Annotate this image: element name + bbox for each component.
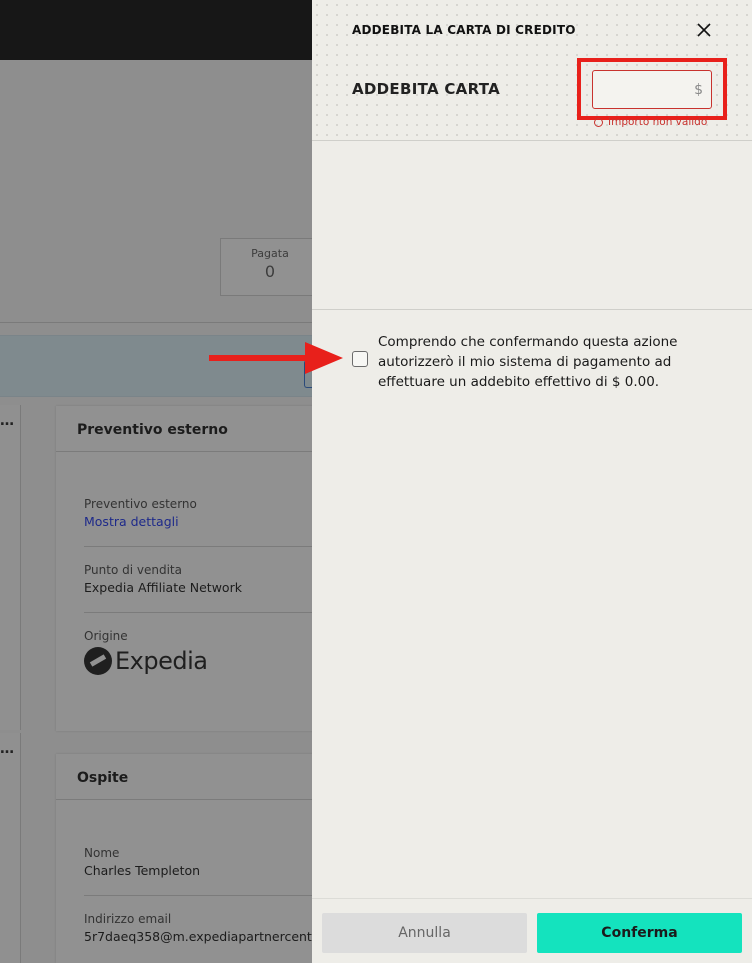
field-external-quote: Preventivo esterno Mostra dettagli [84,497,316,529]
paid-summary: Pagata 0 [220,238,320,296]
field-value: Expedia Affiliate Network [84,580,242,595]
error-text: Importo non valido [608,116,708,128]
background-divider [0,322,312,323]
background-card-left-2: … [0,733,21,963]
consent-text: Comprendo che confermando questa azione … [378,334,678,390]
drawer-header: ADDEBITA LA CARTA DI CREDITO ADDEBITA CA… [312,0,752,141]
show-details-link[interactable]: Mostra dettagli [84,514,316,529]
drawer-divider [312,309,752,310]
footer-divider [312,898,752,899]
field-value: Charles Templeton [84,863,201,878]
field-label: Punto di vendita [84,563,182,577]
confirm-button[interactable]: Conferma [537,913,742,953]
field-divider [84,612,316,613]
field-label: Indirizzo email [84,912,172,926]
close-icon[interactable] [694,20,714,40]
truncated-marker: … [0,741,14,757]
field-divider [84,546,316,547]
field-guest-email: Indirizzo email 5r7daeq358@m.expediapart… [84,912,359,944]
background-card-left-1: … [0,405,21,730]
charge-card-heading: ADDEBITA CARTA [352,80,501,98]
truncated-marker: … [0,413,14,429]
expedia-logo-icon [84,647,112,675]
card-divider [56,451,316,452]
field-label: Origine [84,629,128,643]
amount-input[interactable] [592,70,712,109]
card-title: Ospite [77,770,129,786]
drawer-title: ADDEBITA LA CARTA DI CREDITO [352,23,576,37]
background-topbar [0,0,312,60]
field-label: Preventivo esterno [84,497,197,511]
field-guest-name: Nome Charles Templeton [84,846,316,878]
field-divider [84,895,316,896]
cancel-button[interactable]: Annulla [322,913,527,953]
field-value: 5r7daeq358@m.expediapartnercentral.com [84,929,359,944]
guest-card: Ospite Nome Charles Templeton Indirizzo … [56,754,359,963]
field-point-of-sale: Punto di vendita Expedia Affiliate Netwo… [84,563,316,595]
external-quote-card: Preventivo esterno Preventivo esterno Mo… [56,406,316,731]
annotation-arrow-icon [209,342,343,374]
expedia-logo: Expedia [84,647,316,675]
paid-label: Pagata [251,247,289,260]
field-origin: Origine Expedia [84,629,316,675]
field-label: Nome [84,846,120,860]
charge-card-drawer: ADDEBITA LA CARTA DI CREDITO ADDEBITA CA… [312,0,752,963]
card-divider [56,799,316,800]
amount-error: Importo non valido [594,116,707,128]
paid-value: 0 [264,262,276,281]
error-icon [594,117,603,127]
card-title: Preventivo esterno [77,422,228,438]
consent-checkbox[interactable] [352,351,368,367]
expedia-logo-text: Expedia [115,647,208,675]
